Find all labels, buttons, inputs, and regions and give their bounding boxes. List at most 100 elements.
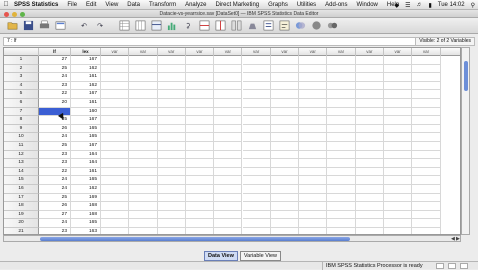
row-header[interactable]: 15	[4, 176, 39, 185]
empty-cell[interactable]	[242, 202, 271, 211]
grid-corner[interactable]	[4, 48, 39, 56]
empty-cell[interactable]	[185, 56, 215, 65]
data-cell-lex[interactable]: 165	[71, 176, 101, 185]
empty-cell[interactable]	[214, 56, 243, 65]
empty-cell[interactable]	[299, 133, 328, 142]
empty-cell[interactable]	[327, 116, 356, 125]
empty-cell[interactable]	[299, 107, 328, 117]
empty-cell[interactable]	[327, 81, 356, 91]
empty-cell[interactable]	[185, 116, 215, 125]
empty-cell[interactable]	[384, 56, 413, 65]
data-cell-lex[interactable]: 162	[71, 64, 101, 74]
empty-cell[interactable]	[270, 202, 300, 211]
empty-cell[interactable]	[384, 193, 413, 203]
empty-cell[interactable]	[412, 142, 441, 151]
empty-cell[interactable]	[185, 210, 215, 220]
empty-cell[interactable]	[185, 64, 215, 74]
empty-cell[interactable]	[355, 107, 384, 117]
empty-cell[interactable]	[157, 185, 186, 194]
empty-cell[interactable]	[157, 142, 186, 151]
row-header[interactable]: 20	[4, 219, 39, 228]
empty-cell[interactable]	[412, 185, 441, 194]
scroll-right-icon[interactable]: ▶	[456, 236, 460, 242]
recall-dialog-icon[interactable]	[54, 20, 66, 32]
empty-cell[interactable]	[158, 228, 186, 234]
data-cell-lex[interactable]: 165	[71, 219, 101, 228]
empty-cell[interactable]	[101, 124, 130, 134]
save-icon[interactable]	[22, 20, 34, 32]
data-cell-lf[interactable]: 24	[39, 73, 71, 82]
menu-window[interactable]: Window	[357, 2, 378, 8]
dropbox-icon[interactable]: ◆	[394, 2, 399, 9]
column-header-empty-var[interactable]: var	[129, 48, 158, 56]
empty-cell[interactable]	[157, 73, 186, 82]
empty-cell[interactable]	[299, 219, 328, 228]
empty-cell[interactable]	[185, 202, 215, 211]
split-file-icon[interactable]	[230, 20, 242, 32]
horizontal-scroll-thumb[interactable]	[40, 237, 350, 241]
data-cell-lf[interactable]: 20	[39, 99, 71, 108]
empty-cell[interactable]	[412, 116, 441, 125]
row-header[interactable]: 9	[4, 124, 39, 134]
insert-cases-icon[interactable]	[198, 20, 210, 32]
empty-cell[interactable]	[157, 90, 186, 99]
empty-cell[interactable]	[412, 99, 441, 108]
empty-cell[interactable]	[185, 73, 215, 82]
empty-cell[interactable]	[129, 133, 158, 142]
spelling-icon[interactable]	[326, 20, 338, 32]
empty-cell[interactable]	[214, 64, 243, 74]
goto-case-icon[interactable]	[118, 20, 130, 32]
empty-cell[interactable]	[412, 81, 441, 91]
undo-icon[interactable]: ↶	[78, 20, 90, 32]
empty-cell[interactable]	[185, 185, 215, 194]
empty-cell[interactable]	[299, 185, 328, 194]
empty-cell[interactable]	[101, 228, 130, 234]
empty-cell[interactable]	[412, 150, 441, 160]
empty-cell[interactable]	[214, 219, 243, 228]
empty-cell[interactable]	[384, 124, 413, 134]
empty-cell[interactable]	[299, 90, 328, 99]
data-cell-lex[interactable]: 161	[71, 99, 101, 108]
empty-cell[interactable]	[412, 107, 441, 117]
empty-cell[interactable]	[355, 99, 384, 108]
empty-cell[interactable]	[157, 219, 186, 228]
empty-cell[interactable]	[384, 73, 413, 82]
empty-cell[interactable]	[214, 73, 243, 82]
data-cell-lf[interactable]: 23	[39, 150, 71, 160]
empty-cell[interactable]	[270, 150, 300, 160]
empty-cell[interactable]	[355, 193, 384, 203]
empty-cell[interactable]	[185, 133, 215, 142]
empty-cell[interactable]	[185, 219, 215, 228]
use-sets-icon[interactable]	[294, 20, 306, 32]
empty-cell[interactable]	[214, 202, 243, 211]
empty-cell[interactable]	[129, 150, 158, 160]
empty-cell[interactable]	[327, 185, 356, 194]
empty-cell[interactable]	[299, 73, 328, 82]
empty-cell[interactable]	[129, 228, 158, 234]
empty-cell[interactable]	[242, 116, 271, 125]
empty-cell[interactable]	[101, 185, 130, 194]
empty-cell[interactable]	[355, 176, 384, 185]
empty-cell[interactable]	[412, 64, 441, 74]
column-header-lf[interactable]: lf	[39, 48, 71, 56]
empty-cell[interactable]	[157, 159, 186, 168]
empty-cell[interactable]	[242, 210, 271, 220]
empty-cell[interactable]	[185, 81, 215, 91]
empty-cell[interactable]	[327, 210, 356, 220]
data-cell-lf[interactable]: 25	[39, 193, 71, 203]
empty-cell[interactable]	[327, 193, 356, 203]
column-header-empty-var[interactable]: var	[243, 48, 271, 56]
data-grid[interactable]: lf lex var var var var var var var var var var var va…	[3, 47, 461, 235]
empty-cell[interactable]	[384, 133, 413, 142]
empty-cell[interactable]	[355, 142, 384, 151]
column-header-empty-var[interactable]: var	[271, 48, 300, 56]
menu-app-name[interactable]: SPSS Statistics	[14, 2, 58, 8]
data-cell-lex[interactable]: 168	[71, 202, 101, 211]
empty-cell[interactable]	[327, 167, 356, 177]
empty-cell[interactable]	[355, 56, 384, 65]
empty-cell[interactable]	[129, 219, 158, 228]
menu-edit[interactable]: Edit	[86, 2, 96, 8]
empty-cell[interactable]	[101, 56, 130, 65]
empty-cell[interactable]	[157, 99, 186, 108]
empty-cell[interactable]	[157, 176, 186, 185]
